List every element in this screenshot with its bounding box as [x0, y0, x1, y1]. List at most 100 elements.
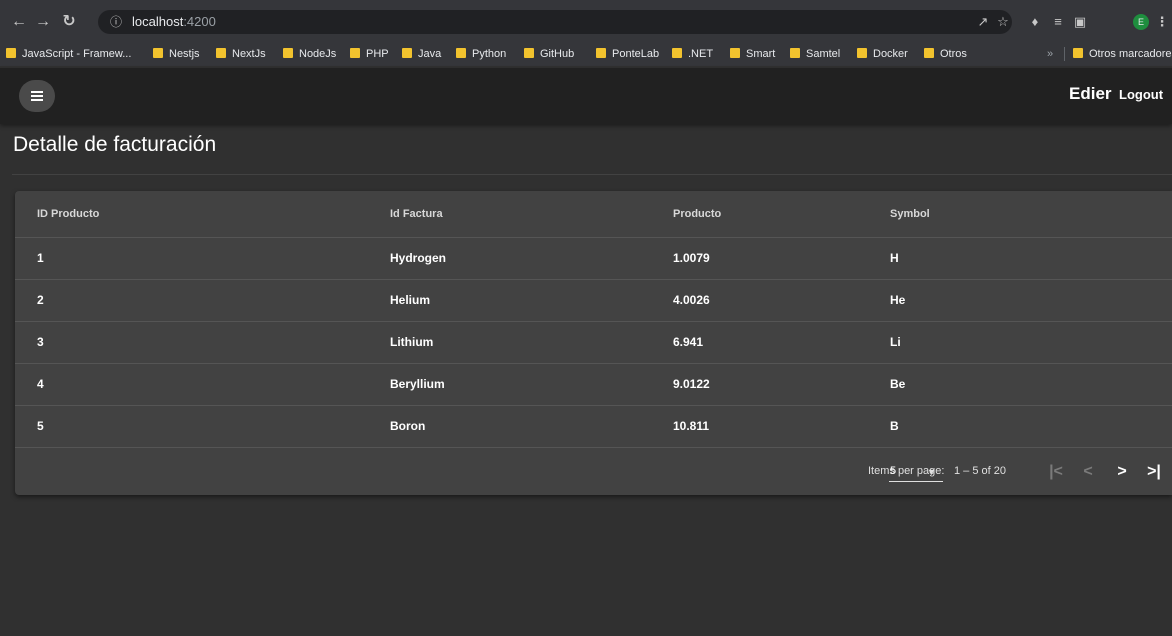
cell-producto: 4.0026: [673, 293, 710, 307]
extensions-icon[interactable]: ♦: [1025, 8, 1045, 36]
share-icon[interactable]: ↗: [973, 8, 993, 36]
folder-icon: [402, 48, 412, 58]
bookmark-folder[interactable]: Smart: [730, 44, 775, 64]
bookmark-label: PonteLab: [612, 48, 660, 60]
bookmark-folder[interactable]: NodeJs: [283, 44, 336, 64]
folder-icon: [596, 48, 606, 58]
menu-icon: [31, 91, 43, 93]
bookmark-folder[interactable]: JavaScript - Framew...: [6, 44, 131, 64]
folder-icon: [216, 48, 226, 58]
bookmark-label: Docker: [873, 48, 908, 60]
cell-id-producto: 5: [37, 419, 44, 433]
bookmark-label: Python: [472, 48, 507, 60]
back-icon[interactable]: ←: [8, 8, 30, 36]
bookmarks-divider: [1064, 47, 1065, 61]
bookmark-folder[interactable]: Samtel: [790, 44, 840, 64]
folder-icon: [924, 48, 934, 58]
data-table: ID Producto Id Factura Producto Symbol 1…: [15, 191, 1172, 495]
page-size-select[interactable]: 5 ▼: [889, 462, 943, 482]
first-page-icon[interactable]: |<: [1042, 458, 1070, 486]
column-header-producto[interactable]: Producto: [673, 191, 721, 237]
folder-icon: [153, 48, 163, 58]
column-header-id-factura[interactable]: Id Factura: [390, 191, 443, 237]
folder-icon: [857, 48, 867, 58]
bookmark-folder[interactable]: GitHub: [524, 44, 574, 64]
cell-symbol: H: [890, 251, 899, 265]
forward-icon[interactable]: →: [32, 8, 54, 36]
bookmark-folder[interactable]: Otros: [924, 44, 967, 64]
bookmark-folder[interactable]: NextJs: [216, 44, 266, 64]
folder-icon: [283, 48, 293, 58]
bookmark-folder[interactable]: .NET: [672, 44, 713, 64]
url-port: :4200: [183, 14, 216, 29]
folder-icon: [790, 48, 800, 58]
cell-id-factura: Lithium: [390, 335, 434, 349]
address-bar[interactable]: ⓘ localhost:4200: [98, 10, 1012, 34]
cell-producto: 1.0079: [673, 251, 710, 265]
bookmark-folder[interactable]: Java: [402, 44, 441, 64]
cell-id-factura: Boron: [390, 419, 426, 433]
page-size-value: 5: [890, 465, 897, 477]
title-divider: [12, 174, 1172, 175]
column-header-symbol[interactable]: Symbol: [890, 191, 930, 237]
bookmark-label: Samtel: [806, 48, 841, 60]
table-row[interactable]: 4 Beryllium 9.0122 Be: [15, 363, 1172, 405]
cell-symbol: B: [890, 419, 899, 433]
column-header-id-producto[interactable]: ID Producto: [37, 191, 99, 237]
bookmark-folder[interactable]: Nestjs: [153, 44, 200, 64]
bookmark-folder[interactable]: Docker: [857, 44, 908, 64]
reading-list-icon[interactable]: ≡: [1048, 8, 1068, 36]
last-page-icon[interactable]: >|: [1140, 458, 1168, 486]
cell-id-producto: 1: [37, 251, 44, 265]
site-info-icon[interactable]: ⓘ: [110, 10, 122, 34]
cell-id-factura: Beryllium: [390, 377, 445, 391]
table-row[interactable]: 1 Hydrogen 1.0079 H: [15, 237, 1172, 279]
bookmark-folder[interactable]: Python: [456, 44, 506, 64]
reload-icon[interactable]: ↻: [58, 8, 80, 36]
other-bookmarks-label: Otros marcadores: [1089, 48, 1172, 60]
bookmark-label: .NET: [688, 48, 714, 60]
cell-id-factura: Hydrogen: [390, 251, 447, 265]
bookmark-label: Java: [418, 48, 442, 60]
previous-page-icon[interactable]: <: [1074, 458, 1102, 486]
menu-icon: [31, 99, 43, 101]
bookmark-folder[interactable]: PonteLab: [596, 44, 659, 64]
table-row[interactable]: 3 Lithium 6.941 Li: [15, 321, 1172, 363]
cell-symbol: He: [890, 293, 906, 307]
folder-icon: [672, 48, 682, 58]
logout-button[interactable]: Logout: [1119, 87, 1163, 102]
browser-toolbar: ← → ↻ ⓘ localhost:4200 ↗ ☆ ♦ ≡ ▣ E ⋮: [0, 8, 1172, 36]
folder-icon: [456, 48, 466, 58]
browser-menu-icon[interactable]: ⋮: [1152, 8, 1172, 36]
menu-button[interactable]: [19, 80, 55, 112]
browser-chrome: ← → ↻ ⓘ localhost:4200 ↗ ☆ ♦ ≡ ▣ E ⋮ Jav…: [0, 0, 1172, 66]
bookmark-label: JavaScript - Framew...: [22, 48, 132, 60]
folder-icon: [6, 48, 16, 58]
bookmark-star-icon[interactable]: ☆: [993, 8, 1013, 36]
bookmark-label: NodeJs: [299, 48, 337, 60]
bookmarks-bar: JavaScript - Framew... Nestjs NextJs Nod…: [0, 44, 1172, 64]
other-bookmarks-folder[interactable]: Otros marcadores: [1073, 44, 1172, 64]
bookmark-label: GitHub: [540, 48, 575, 60]
side-panel-icon[interactable]: ▣: [1070, 8, 1090, 36]
cell-id-factura: Helium: [390, 293, 431, 307]
cell-producto: 9.0122: [673, 377, 710, 391]
cell-id-producto: 4: [37, 377, 44, 391]
cell-id-producto: 3: [37, 335, 44, 349]
table-row[interactable]: 2 Helium 4.0026 He: [15, 279, 1172, 321]
table-row[interactable]: 5 Boron 10.811 B: [15, 405, 1172, 447]
folder-icon: [730, 48, 740, 58]
bookmark-folder[interactable]: PHP: [350, 44, 389, 64]
cell-producto: 10.811: [673, 419, 710, 433]
bookmark-label: Nestjs: [169, 48, 200, 60]
user-name: Edier: [1069, 84, 1112, 103]
next-page-icon[interactable]: >: [1108, 458, 1136, 486]
more-bookmarks-icon[interactable]: »: [1047, 44, 1053, 64]
bookmark-label: NextJs: [232, 48, 266, 60]
page-range-label: 1 – 5 of 20: [954, 465, 1006, 477]
cell-id-producto: 2: [37, 293, 44, 307]
bookmark-label: PHP: [366, 48, 389, 60]
folder-icon: [1073, 48, 1083, 58]
profile-avatar[interactable]: E: [1133, 14, 1149, 30]
bookmark-label: Smart: [746, 48, 776, 60]
